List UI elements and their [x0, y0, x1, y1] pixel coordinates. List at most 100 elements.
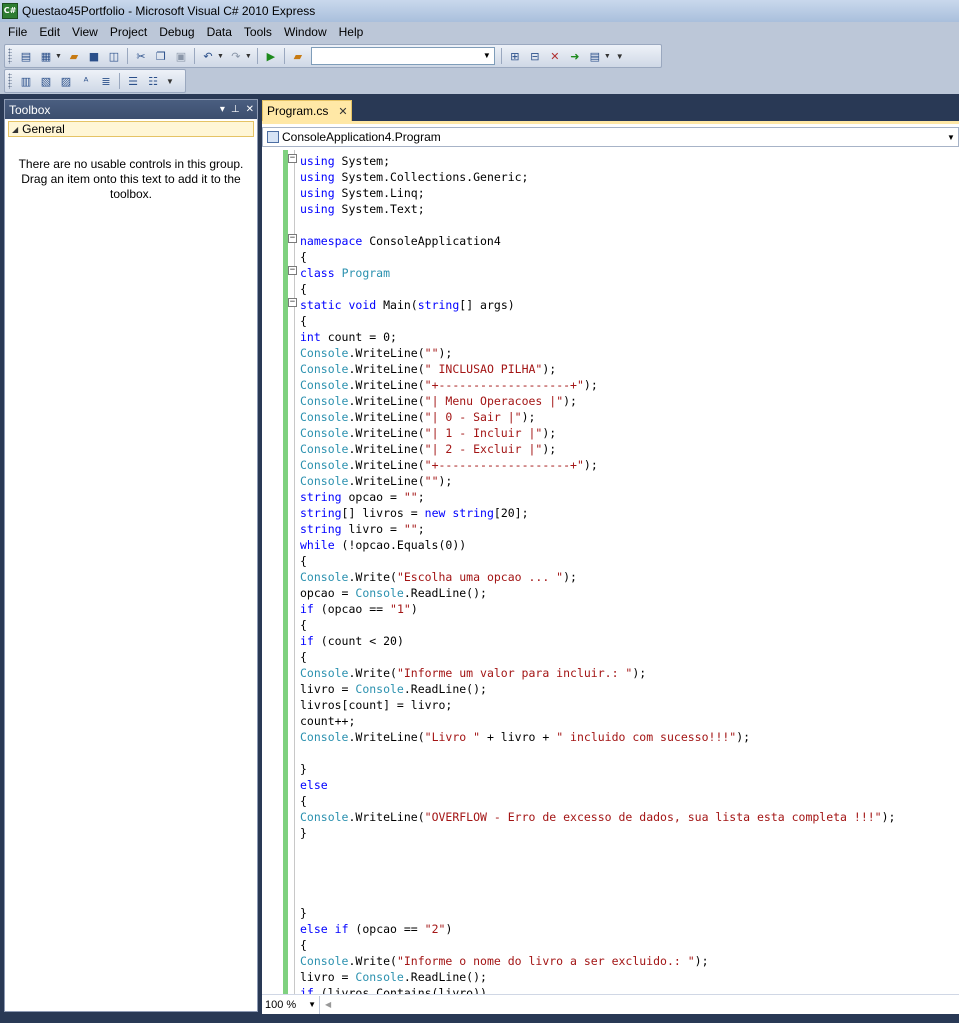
new-project-icon[interactable]: ▤ — [17, 47, 35, 65]
menu-debug[interactable]: Debug — [153, 22, 200, 42]
code-line: livros[count] = livro; — [300, 698, 453, 712]
zoom-combo[interactable]: 100 % ▼ — [262, 995, 320, 1014]
code-line: count++; — [300, 714, 356, 728]
code-line: Console.WriteLine("+-------------------+… — [300, 378, 598, 392]
complete-word-icon[interactable]: ᴬ — [77, 72, 95, 90]
menu-window[interactable]: Window — [278, 22, 333, 42]
increase-indent-icon[interactable]: ☷ — [144, 72, 162, 90]
type-navigator[interactable]: ConsoleApplication4.Program ▼ — [262, 127, 959, 147]
window-position-icon[interactable]: ▾ — [220, 104, 225, 115]
paste-icon[interactable]: ▣ — [172, 47, 190, 65]
code-line: if (count < 20) — [300, 634, 404, 648]
toolbox-empty-message: There are no usable controls in this gro… — [18, 157, 244, 201]
menu-view[interactable]: View — [66, 22, 104, 42]
code-line: string opcao = ""; — [300, 490, 425, 504]
standard-toolbar: ▤ ▦ ▼ ▰ ■ ◫ ✂ ❐ ▣ ↶ ▼ ↷ ▼ ▶ ▰ ▼ ⊞ ⊟ ✕ ➜ … — [4, 44, 662, 68]
menu-tools[interactable]: Tools — [238, 22, 278, 42]
code-text-area[interactable]: − − − − using System; using System.Collec… — [262, 150, 959, 994]
menu-edit[interactable]: Edit — [33, 22, 66, 42]
quick-info-icon[interactable]: ▨ — [57, 72, 75, 90]
code-line: } — [300, 826, 307, 840]
code-line: if (opcao == "1") — [300, 602, 418, 616]
menu-help[interactable]: Help — [333, 22, 370, 42]
code-line: else if (opcao == "2") — [300, 922, 453, 936]
code-line: { — [300, 794, 307, 808]
add-item-icon[interactable]: ▦ — [37, 47, 55, 65]
code-line: Console.WriteLine("| Menu Operacoes |"); — [300, 394, 577, 408]
close-icon[interactable]: ✕ — [246, 104, 254, 115]
code-line: } — [300, 906, 307, 920]
find-combo[interactable]: ▼ — [310, 47, 495, 65]
code-line: { — [300, 554, 307, 568]
code-line: class Program — [300, 266, 391, 280]
code-line: Console.Write("Escolha uma opcao ... "); — [300, 570, 577, 584]
toolbar-overflow-icon[interactable]: ▼ — [166, 77, 174, 86]
code-line: Console.WriteLine(""); — [300, 474, 453, 488]
collapse-using-icon[interactable]: − — [288, 154, 297, 163]
editor-status-row: 100 % ▼ ◀ — [262, 994, 959, 1014]
decrease-indent-icon[interactable]: ☰ — [124, 72, 142, 90]
collapse-class-icon[interactable]: − — [288, 266, 297, 275]
code-line: namespace ConsoleApplication4 — [300, 234, 501, 248]
code-line: string[] livros = new string[20]; — [300, 506, 529, 520]
code-line: Console.WriteLine("| 2 - Excluir |"); — [300, 442, 557, 456]
code-line: Console.WriteLine("| 0 - Sair |"); — [300, 410, 536, 424]
toolbar-area: ▤ ▦ ▼ ▰ ■ ◫ ✂ ❐ ▣ ↶ ▼ ↷ ▼ ▶ ▰ ▼ ⊞ ⊟ ✕ ➜ … — [0, 42, 959, 94]
parameter-info-icon[interactable]: ▧ — [37, 72, 55, 90]
undo-dropdown-icon[interactable]: ▼ — [217, 53, 224, 60]
open-file-icon[interactable]: ▰ — [65, 47, 83, 65]
tab-program-cs[interactable]: Program.cs ✕ — [262, 100, 352, 121]
cut-icon[interactable]: ✂ — [132, 47, 150, 65]
menu-project[interactable]: Project — [104, 22, 153, 42]
title-bar: C# Questao45Portfolio - Microsoft Visual… — [0, 0, 959, 22]
toolbar-grip[interactable] — [8, 73, 12, 89]
menu-data[interactable]: Data — [201, 22, 238, 42]
toolbar-separator — [256, 48, 258, 64]
add-item-dropdown-icon[interactable]: ▼ — [55, 53, 62, 60]
collapse-namespace-icon[interactable]: − — [288, 234, 297, 243]
code-line: ​ — [300, 889, 895, 905]
comment-icon[interactable]: ≣ — [97, 72, 115, 90]
toolbar-overflow-icon[interactable]: ▼ — [616, 52, 624, 61]
code-line: using System.Collections.Generic; — [300, 170, 529, 184]
display-members-icon[interactable]: ▥ — [17, 72, 35, 90]
code-line: Console.WriteLine("| 1 - Incluir |"); — [300, 426, 557, 440]
code-line: livro = Console.ReadLine(); — [300, 970, 487, 984]
scroll-left-icon[interactable]: ◀ — [325, 1000, 331, 1009]
redo-icon[interactable]: ↷ — [227, 47, 245, 65]
properties-window-icon[interactable]: ⊟ — [526, 47, 544, 65]
close-tab-icon[interactable]: ✕ — [338, 105, 347, 118]
code-line: livro = Console.ReadLine(); — [300, 682, 487, 696]
zoom-value: 100 % — [265, 998, 297, 1011]
collapse-method-icon[interactable]: − — [288, 298, 297, 307]
toolbar-grip[interactable] — [8, 48, 12, 64]
copy-icon[interactable]: ❐ — [152, 47, 170, 65]
menu-file[interactable]: File — [2, 22, 33, 42]
find-in-files-icon[interactable]: ▰ — [289, 47, 307, 65]
tab-label: Program.cs — [267, 104, 329, 118]
start-page-icon[interactable]: ➜ — [566, 47, 584, 65]
solution-explorer-icon[interactable]: ⊞ — [506, 47, 524, 65]
redo-dropdown-icon[interactable]: ▼ — [245, 53, 252, 60]
code-editor: ConsoleApplication4.Program ▼ − − − − us… — [262, 121, 959, 1014]
extension-manager-icon[interactable]: ▤ — [586, 47, 604, 65]
toolbox-panel: Toolbox ▾ ⊥ ✕ ◢ General There are no usa… — [4, 99, 258, 1012]
navigator-dropdown-icon[interactable]: ▼ — [944, 133, 958, 142]
combo-dropdown-icon[interactable]: ▼ — [480, 48, 494, 64]
collapse-triangle-icon[interactable]: ◢ — [12, 125, 18, 134]
code-line: { — [300, 282, 307, 296]
extension-dropdown-icon[interactable]: ▼ — [604, 53, 611, 60]
code-line: opcao = Console.ReadLine(); — [300, 586, 487, 600]
toolbox-group-general[interactable]: ◢ General — [8, 121, 254, 137]
pin-icon[interactable]: ⊥ — [231, 104, 240, 115]
toolbox-title: Toolbox — [9, 102, 51, 117]
code-line: using System; — [300, 154, 391, 168]
code-line: { — [300, 618, 307, 632]
start-debugging-icon[interactable]: ▶ — [262, 47, 280, 65]
save-icon[interactable]: ■ — [85, 47, 103, 65]
zoom-dropdown-icon[interactable]: ▼ — [308, 1000, 316, 1009]
code-line: } — [300, 762, 307, 776]
save-all-icon[interactable]: ◫ — [105, 47, 123, 65]
toolbox-tools-icon[interactable]: ✕ — [546, 47, 564, 65]
undo-icon[interactable]: ↶ — [199, 47, 217, 65]
